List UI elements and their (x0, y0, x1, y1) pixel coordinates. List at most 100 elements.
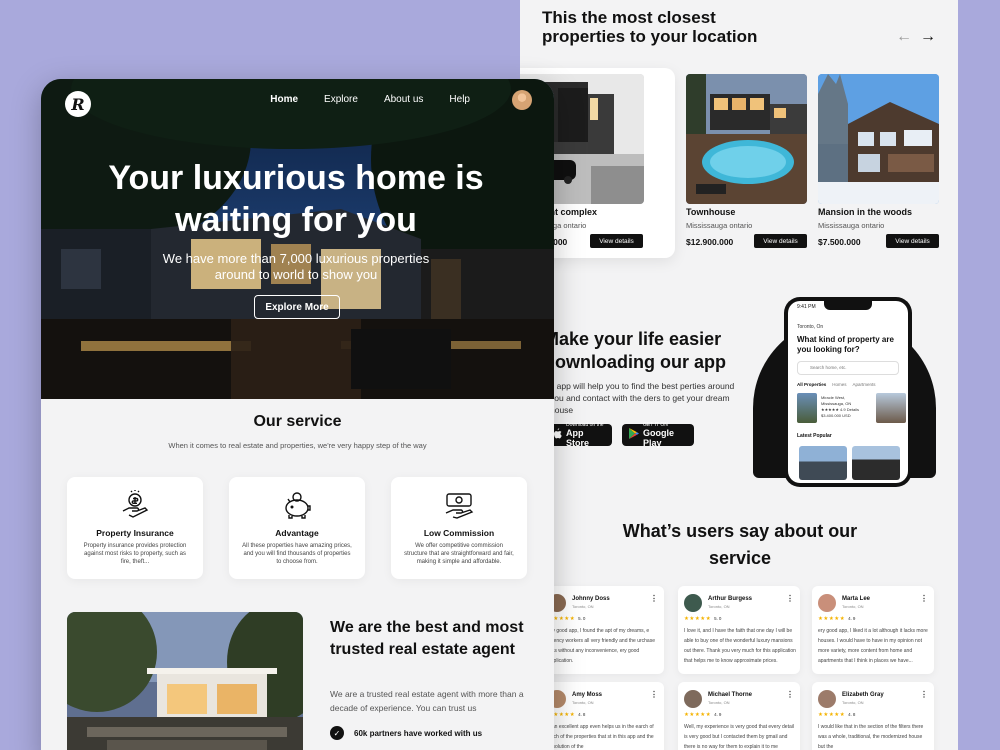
reviewer-location: Toronto, ON (842, 604, 864, 609)
reviewer-name: Arthur Burgess (708, 596, 753, 602)
nav-about-us[interactable]: About us (384, 94, 423, 105)
rating-value: 5.0 (714, 616, 722, 621)
rating-value: 5.0 (578, 616, 586, 621)
service-card[interactable]: Low Commission We offer competitive comm… (391, 477, 527, 579)
left-panel: R Home Explore About us Help Your luxuri… (41, 79, 554, 750)
more-options-icon[interactable]: ⋮ (920, 690, 928, 699)
app-store-label: App Store (566, 428, 590, 448)
property-cards: Resident complex Mississauga ontario $15… (520, 68, 958, 258)
view-details-button[interactable]: View details (886, 234, 939, 248)
review-text: ery good app, I liked it a lot although … (818, 628, 928, 664)
partners-text: 60k partners have worked with us (354, 728, 483, 738)
main-nav: Home Explore About us Help (270, 94, 470, 105)
phone-listing-image (876, 393, 906, 423)
phone-listing-image (797, 393, 817, 423)
property-card[interactable]: Mansion in the woods Mississauga ontario… (812, 68, 942, 258)
service-card[interactable]: Advantage All these properties have amaz… (229, 477, 365, 579)
phone-latest-image (852, 446, 900, 480)
property-location: Mississauga ontario (686, 221, 753, 230)
service-description: All these properties have amazing prices… (242, 543, 352, 565)
service-name: Low Commission (423, 528, 495, 538)
property-name: Townhouse (686, 207, 736, 217)
reviewer-name: Johnny Doss (572, 596, 610, 602)
arrow-left-icon[interactable]: ← (896, 28, 912, 46)
google-play-label: Google Play (643, 428, 674, 448)
review-card: Amy Moss Toronto, ON ⋮ ★★★★★ 4.8 s an exc… (542, 682, 664, 750)
more-options-icon[interactable]: ⋮ (650, 594, 658, 603)
google-play-button[interactable]: GET IT ON Google Play (622, 422, 694, 448)
phone-question: What kind of property are you looking fo… (797, 335, 894, 354)
rating-stars: ★★★★★ 4.9 (684, 712, 722, 718)
rating-value: 4.8 (848, 712, 856, 717)
phone-tab[interactable]: Apartments (853, 382, 876, 387)
reviewer-location: Toronto, ON (572, 604, 594, 609)
review-text: s an excellent app even helps us in the … (548, 724, 654, 750)
property-price: $7.500.000 (818, 237, 861, 247)
service-description: We offer competitive commission structur… (404, 543, 514, 565)
hero-section: R Home Explore About us Help Your luxuri… (41, 79, 554, 399)
more-options-icon[interactable]: ⋮ (786, 594, 794, 603)
reviewer-name: Elizabeth Gray (842, 692, 884, 698)
rating-stars: ★★★★★ 4.9 (818, 616, 856, 622)
best-agent-description: We are a trusted real estate agent with … (330, 689, 524, 713)
partners-check: ✓ 60k partners have worked with us (330, 726, 482, 740)
more-options-icon[interactable]: ⋮ (786, 690, 794, 699)
nav-help[interactable]: Help (449, 94, 470, 105)
app-section-title: Make your life easier downloading our ap… (544, 329, 726, 372)
review-card: Johnny Doss Toronto, ON ⋮ ★★★★★ 5.0 ery g… (542, 586, 664, 674)
property-card[interactable]: Townhouse Mississauga ontario $12.900.00… (680, 68, 810, 258)
property-image (686, 74, 807, 204)
review-text: Well, my experience is very good that ev… (684, 724, 794, 750)
review-text: ery good app, I found the apt of my drea… (548, 628, 655, 664)
reviewer-location: Toronto, ON (708, 604, 730, 609)
avatar (684, 690, 702, 708)
view-details-button[interactable]: View details (590, 234, 643, 248)
explore-more-button[interactable]: Explore More (254, 295, 340, 319)
reviews-grid: Johnny Doss Toronto, ON ⋮ ★★★★★ 5.0 ery g… (520, 586, 958, 750)
service-name: Property Insurance (96, 528, 174, 538)
store-buttons: Download on the App Store GET IT ON Goog… (546, 422, 694, 448)
avatar[interactable] (512, 90, 532, 110)
reviewer-location: Toronto, ON (708, 700, 730, 705)
service-description: Property insurance provides protection a… (83, 543, 187, 565)
hero-subtitle: We have more than 7,000 luxurious proper… (162, 251, 430, 282)
phone-tab[interactable]: All Properties (797, 382, 826, 387)
review-text: I would like that in the section of the … (818, 724, 924, 750)
phone-screen: 9:41 PM Toronto, On What kind of propert… (788, 301, 908, 483)
arrow-right-icon[interactable]: → (920, 28, 936, 46)
nav-home[interactable]: Home (270, 94, 298, 105)
app-section-description: s app will help you to find the best per… (550, 381, 735, 415)
avatar (818, 690, 836, 708)
nav-explore[interactable]: Explore (324, 94, 358, 105)
phone-tab[interactable]: Homes (832, 382, 846, 387)
apple-icon (553, 428, 562, 442)
right-panel: This the most closest properties to your… (520, 0, 958, 750)
property-price: $12.900.000 (686, 237, 734, 247)
avatar (818, 594, 836, 612)
reviewer-location: Toronto, ON (842, 700, 864, 705)
more-options-icon[interactable]: ⋮ (650, 690, 658, 699)
google-play-icon (629, 428, 639, 442)
rating-value: 4.9 (848, 616, 856, 621)
check-icon: ✓ (330, 726, 344, 740)
avatar (684, 594, 702, 612)
service-card[interactable]: Property Insurance Property insurance pr… (67, 477, 203, 579)
app-store-button[interactable]: Download on the App Store (546, 422, 612, 448)
review-card: Elizabeth Gray Toronto, ON ⋮ ★★★★★ 4.8 I … (812, 682, 934, 750)
service-subtitle: When it comes to real estate and propert… (168, 441, 427, 450)
logo[interactable]: R (65, 91, 91, 117)
more-options-icon[interactable]: ⋮ (920, 594, 928, 603)
phone-search-input[interactable]: Search home, etc. (797, 361, 899, 375)
rating-value: 4.8 (578, 712, 586, 717)
rating-stars: ★★★★★ 4.8 (818, 712, 856, 718)
phone-location: Toronto, On (797, 324, 824, 330)
service-name: Advantage (275, 528, 319, 538)
phone-tabs: All Properties Homes Apartments (797, 382, 876, 387)
closest-properties-title: This the most closest properties to your… (542, 8, 758, 46)
reviewer-name: Marta Lee (842, 596, 871, 602)
carousel-arrows: ← → (896, 28, 936, 46)
view-details-button[interactable]: View details (754, 234, 807, 248)
rating-stars: ★★★★★ 5.0 (684, 616, 722, 622)
review-card: Michael Thorne Toronto, ON ⋮ ★★★★★ 4.9 We… (678, 682, 800, 750)
phone-listing-info: Miracle West, Mississauga, ON ★★★★★ 4.9 … (821, 395, 859, 418)
